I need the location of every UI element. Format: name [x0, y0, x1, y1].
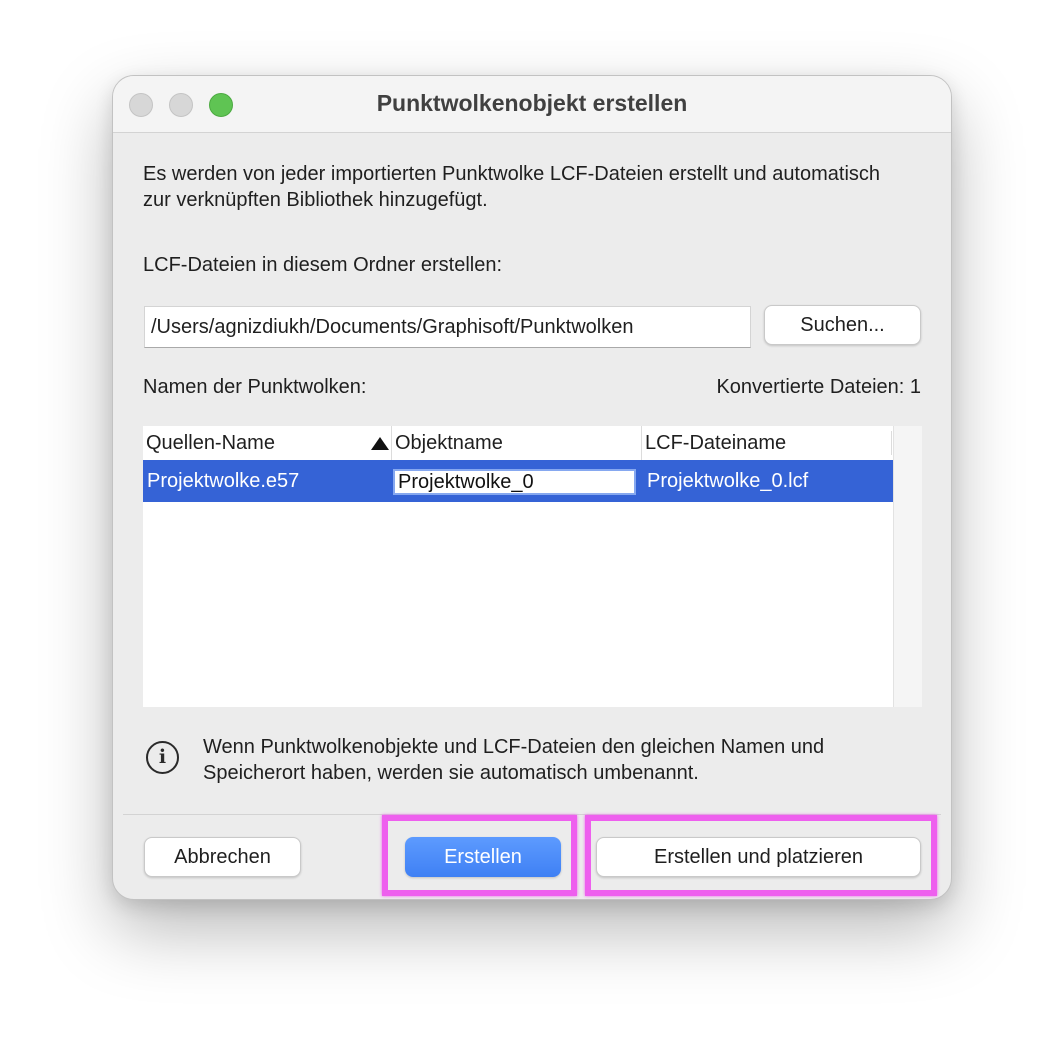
- dialog-title: Punktwolkenobjekt erstellen: [376, 90, 688, 116]
- highlight-marker-create-and-place: [585, 815, 937, 896]
- point-cloud-table: Quellen-Name Objektname LCF-Dateiname Pr…: [143, 426, 922, 707]
- screen: Punktwolkenobjekt erstellen Es werden vo…: [0, 0, 1064, 1048]
- cancel-button[interactable]: Abbrechen: [144, 837, 301, 877]
- highlight-marker-create: [382, 815, 577, 896]
- info-message: Wenn Punktwolkenobjekte und LCF-Dateien …: [203, 736, 825, 784]
- object-name-input[interactable]: Projektwolke_0: [393, 469, 636, 495]
- converted-files-count: Konvertierte Dateien: 1: [716, 376, 921, 398]
- source-name-cell: Projektwolke.e57: [147, 470, 300, 492]
- lcf-filename-cell: Projektwolke_0.lcf: [647, 470, 809, 492]
- column-divider: [891, 431, 892, 455]
- column-header-source-name[interactable]: Quellen-Name: [143, 426, 391, 460]
- dialog-description: Es werden von jeder importierten Punktwo…: [143, 163, 881, 211]
- folder-label: LCF-Dateien in diesem Ordner erstellen:: [143, 254, 503, 276]
- folder-path-field[interactable]: /Users/agnizdiukh/Documents/Graphisoft/P…: [144, 306, 751, 348]
- dialog-window: Punktwolkenobjekt erstellen Es werden vo…: [112, 75, 952, 900]
- table-scrollbar[interactable]: [893, 426, 922, 707]
- column-header-lcf-filename[interactable]: LCF-Dateiname: [641, 426, 893, 460]
- info-icon: i: [146, 741, 179, 774]
- table-row[interactable]: Projektwolke.e57 Projektwolke_0 Projektw…: [143, 460, 893, 502]
- title-bar: Punktwolkenobjekt erstellen: [113, 76, 951, 133]
- sort-ascending-icon: [371, 437, 389, 450]
- browse-button[interactable]: Suchen...: [764, 305, 921, 345]
- table-header: Quellen-Name Objektname LCF-Dateiname: [143, 426, 893, 460]
- column-header-object-name[interactable]: Objektname: [391, 426, 641, 460]
- point-cloud-names-label: Namen der Punktwolken:: [143, 376, 367, 398]
